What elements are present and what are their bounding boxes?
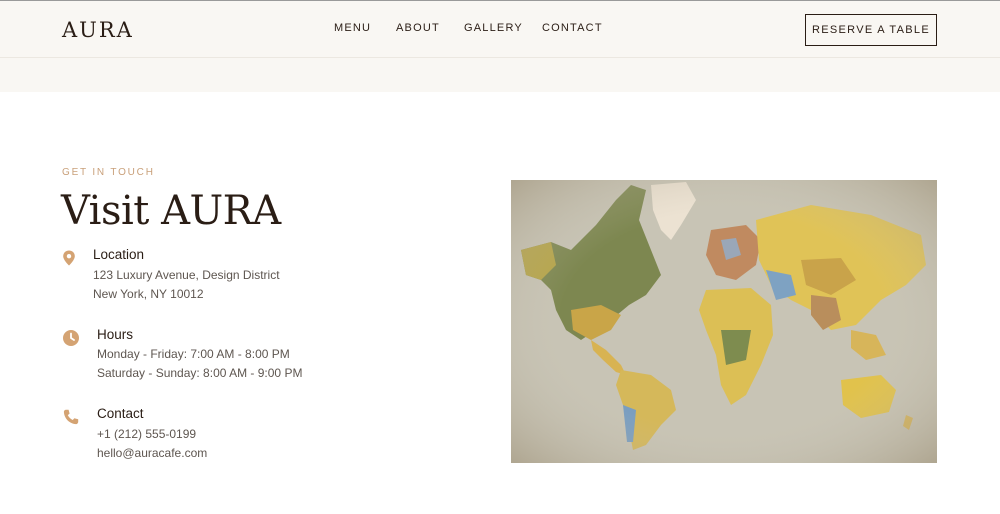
contact-heading: Contact (97, 406, 144, 421)
logo[interactable]: AURA (62, 18, 134, 42)
location-line-1: 123 Luxury Avenue, Design District (93, 268, 280, 282)
header-band (0, 58, 1000, 92)
nav-link-menu[interactable]: MENU (334, 22, 371, 34)
hours-line-2: Saturday - Sunday: 8:00 AM - 9:00 PM (97, 366, 303, 380)
section-eyebrow: GET IN TOUCH (62, 167, 155, 178)
nav-link-about[interactable]: ABOUT (396, 22, 440, 34)
section-title: Visit AURA (61, 188, 281, 234)
site-header: AURA MENU ABOUT GALLERY CONTACT RESERVE … (0, 0, 1000, 58)
contact-phone[interactable]: +1 (212) 555-0199 (97, 427, 196, 441)
hours-heading: Hours (97, 327, 134, 342)
nav-link-contact[interactable]: CONTACT (542, 22, 603, 34)
phone-icon (62, 408, 80, 426)
reserve-table-button[interactable]: RESERVE A TABLE (805, 14, 937, 46)
nav-link-gallery[interactable]: GALLERY (464, 22, 523, 34)
hours-line-1: Monday - Friday: 7:00 AM - 8:00 PM (97, 347, 290, 361)
location-heading: Location (93, 247, 145, 262)
clock-icon (62, 329, 80, 347)
map-pin-icon (60, 249, 78, 267)
location-line-2: New York, NY 10012 (93, 287, 204, 301)
contact-email[interactable]: hello@auracafe.com (97, 446, 207, 460)
world-map-image (511, 180, 937, 463)
